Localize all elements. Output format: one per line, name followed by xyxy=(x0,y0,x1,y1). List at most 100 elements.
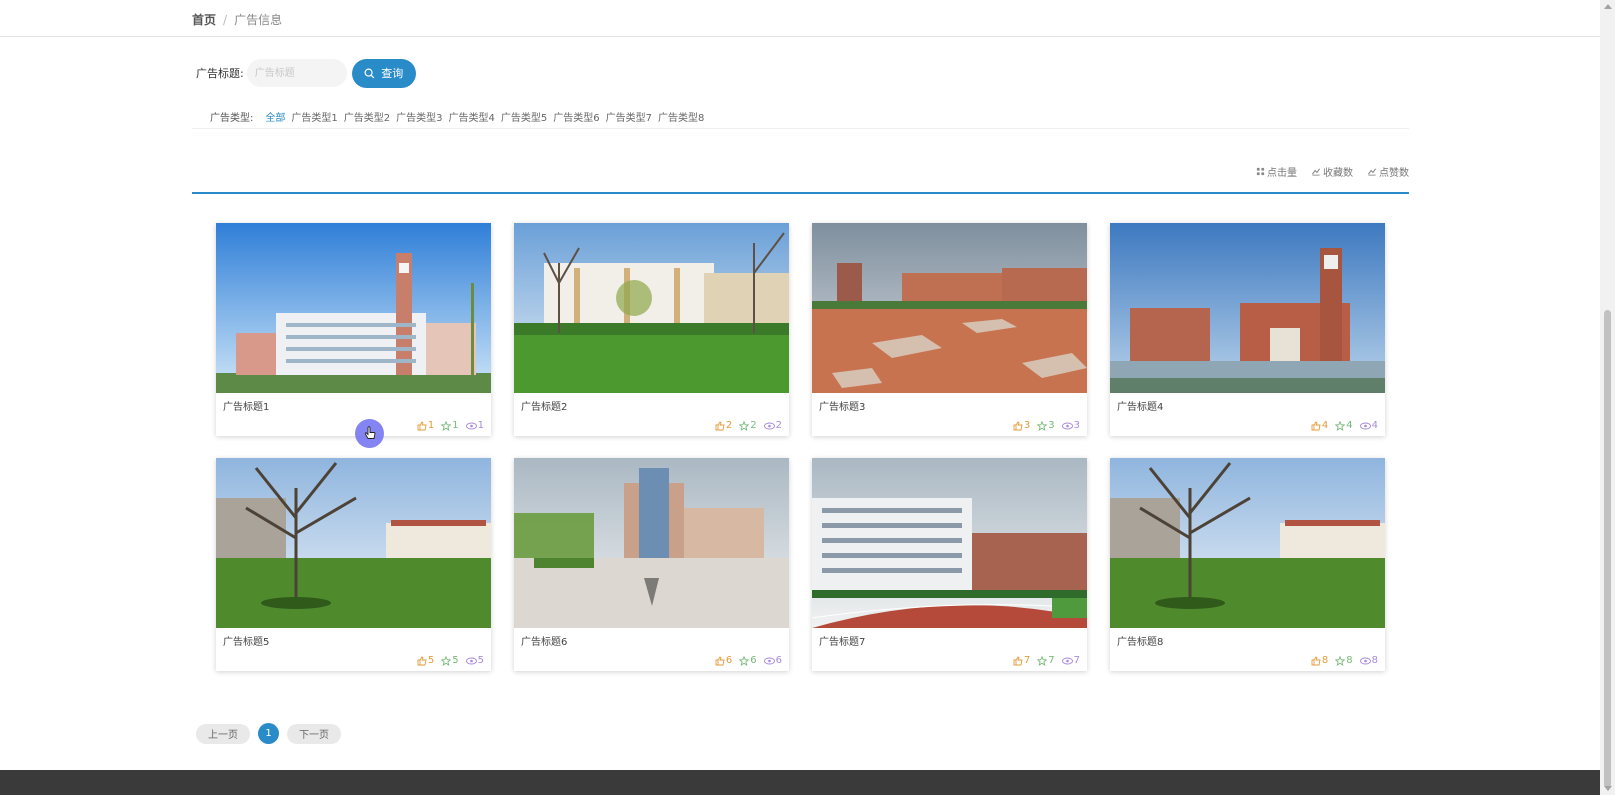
ad-card[interactable]: 广告标题1 1 1 1 xyxy=(216,223,491,436)
next-page-button[interactable]: 下一页 xyxy=(287,723,341,744)
pagination: 上一页 1 下一页 xyxy=(196,723,341,744)
ad-title: 广告标题1 xyxy=(223,402,270,413)
star-icon xyxy=(441,655,452,666)
top-bar: 首页 / 广告信息 xyxy=(0,0,1600,37)
star-icon xyxy=(441,420,452,431)
sort-by-favorites[interactable]: 收藏数 xyxy=(1311,164,1353,179)
scrollbar-thumb[interactable] xyxy=(1604,310,1611,788)
eye-icon xyxy=(763,422,775,429)
like-count[interactable]: 8 xyxy=(1311,655,1328,666)
search-input[interactable] xyxy=(246,59,347,87)
prev-page-button[interactable]: 上一页 xyxy=(196,723,250,744)
ad-type-2[interactable]: 广告类型2 xyxy=(344,109,390,124)
favorite-count[interactable]: 7 xyxy=(1037,655,1055,666)
sort-by-clicks[interactable]: 点击量 xyxy=(1256,164,1297,179)
favorite-count[interactable]: 5 xyxy=(441,655,459,666)
ad-grid: 广告标题1 1 1 1 广告标题2 2 2 2 广告标题3 3 3 3 广告标题… xyxy=(216,223,1385,671)
hand-cursor-icon xyxy=(364,426,376,439)
star-icon xyxy=(1037,655,1048,666)
ad-type-all[interactable]: 全部 xyxy=(265,109,285,124)
ad-image xyxy=(1110,223,1385,393)
ad-card[interactable]: 广告标题6 6 6 6 xyxy=(514,458,789,671)
favorite-count[interactable]: 6 xyxy=(739,655,757,666)
ad-card[interactable]: 广告标题5 5 5 5 xyxy=(216,458,491,671)
star-icon xyxy=(739,420,750,431)
thumbs-up-icon xyxy=(1013,655,1023,665)
ad-card[interactable]: 广告标题8 8 8 8 xyxy=(1110,458,1385,671)
favorite-count[interactable]: 8 xyxy=(1335,655,1353,666)
sort-by-clicks-label: 点击量 xyxy=(1267,168,1297,179)
ad-card[interactable]: 广告标题3 3 3 3 xyxy=(812,223,1087,436)
ad-stats: 5 5 5 xyxy=(410,655,484,666)
scroll-down-arrow[interactable] xyxy=(1604,786,1612,791)
view-count: 8 xyxy=(1359,655,1378,666)
search-button[interactable]: 查询 xyxy=(351,58,416,88)
ad-card[interactable]: 广告标题2 2 2 2 xyxy=(514,223,789,436)
scroll-up-arrow[interactable] xyxy=(1604,4,1612,9)
favorite-count[interactable]: 3 xyxy=(1037,420,1055,431)
eye-icon xyxy=(465,422,477,429)
breadcrumb-current: 广告信息 xyxy=(234,13,283,27)
thumbs-up-icon xyxy=(1013,420,1023,430)
like-count[interactable]: 4 xyxy=(1311,420,1328,431)
eye-icon xyxy=(1359,657,1371,664)
ad-type-6[interactable]: 广告类型6 xyxy=(553,109,599,124)
ad-image xyxy=(1110,458,1385,628)
thumbs-up-icon xyxy=(1311,655,1321,665)
view-count: 5 xyxy=(465,655,484,666)
like-count[interactable]: 3 xyxy=(1013,420,1030,431)
ad-image xyxy=(514,223,789,393)
eye-icon xyxy=(1061,422,1073,429)
ad-type-4[interactable]: 广告类型4 xyxy=(449,109,495,124)
sort-options: 点击量 收藏数 点赞数 xyxy=(1242,164,1409,179)
thumbs-up-icon xyxy=(1311,420,1321,430)
eye-icon xyxy=(1061,657,1073,664)
ad-title: 广告标题5 xyxy=(223,637,270,648)
filter-divider xyxy=(192,128,1409,129)
sort-by-likes[interactable]: 点赞数 xyxy=(1367,164,1409,179)
view-count: 7 xyxy=(1061,655,1080,666)
trend-icon xyxy=(1367,168,1377,176)
breadcrumb: 首页 / 广告信息 xyxy=(192,11,282,28)
favorite-count[interactable]: 1 xyxy=(441,420,459,431)
breadcrumb-home[interactable]: 首页 xyxy=(192,13,216,27)
star-icon xyxy=(1335,420,1346,431)
ad-type-8[interactable]: 广告类型8 xyxy=(658,109,704,124)
section-rule xyxy=(192,192,1409,194)
like-count[interactable]: 2 xyxy=(715,420,732,431)
ad-type-7[interactable]: 广告类型7 xyxy=(606,109,652,124)
ad-title: 广告标题4 xyxy=(1117,402,1164,413)
ad-stats: 2 2 2 xyxy=(708,420,782,431)
like-count[interactable]: 1 xyxy=(417,420,434,431)
search-label: 广告标题: xyxy=(196,67,244,80)
ad-type-1[interactable]: 广告类型1 xyxy=(291,109,337,124)
view-count: 6 xyxy=(763,655,782,666)
page-number[interactable]: 1 xyxy=(258,723,279,744)
trend-icon xyxy=(1311,168,1321,176)
ad-title: 广告标题6 xyxy=(521,637,568,648)
like-count[interactable]: 7 xyxy=(1013,655,1030,666)
ad-stats: 3 3 3 xyxy=(1006,420,1080,431)
ad-type-5[interactable]: 广告类型5 xyxy=(501,109,547,124)
eye-icon xyxy=(465,657,477,664)
search-bar: 广告标题: 查询 xyxy=(196,58,416,88)
breadcrumb-separator: / xyxy=(223,13,228,27)
ad-card[interactable]: 广告标题7 7 7 7 xyxy=(812,458,1087,671)
ad-image xyxy=(216,223,491,393)
ad-stats: 8 8 8 xyxy=(1304,655,1378,666)
ad-card[interactable]: 广告标题4 4 4 4 xyxy=(1110,223,1385,436)
ad-type-filter: 广告类型: 全部 广告类型1 广告类型2 广告类型3 广告类型4 广告类型5 广… xyxy=(210,109,710,124)
favorite-count[interactable]: 4 xyxy=(1335,420,1353,431)
scrollbar[interactable] xyxy=(1600,0,1615,795)
eye-icon xyxy=(763,657,775,664)
like-count[interactable]: 6 xyxy=(715,655,732,666)
thumbs-up-icon xyxy=(417,655,427,665)
like-count[interactable]: 5 xyxy=(417,655,434,666)
view-count: 3 xyxy=(1061,420,1080,431)
favorite-count[interactable]: 2 xyxy=(739,420,757,431)
sort-by-favorites-label: 收藏数 xyxy=(1323,168,1353,179)
star-icon xyxy=(1335,655,1346,666)
ad-type-3[interactable]: 广告类型3 xyxy=(396,109,442,124)
ad-type-label: 广告类型: xyxy=(210,113,254,124)
ad-stats: 6 6 6 xyxy=(708,655,782,666)
